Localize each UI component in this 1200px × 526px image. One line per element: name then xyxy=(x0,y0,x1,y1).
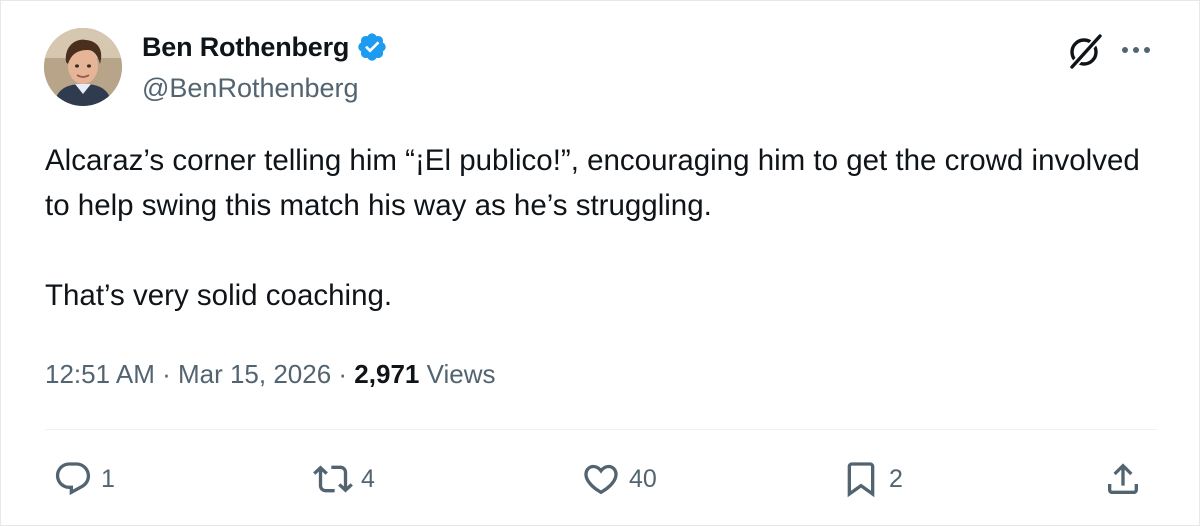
views-count: 2,971 xyxy=(354,359,420,389)
tweet-text: Alcaraz’s corner telling him “¡El public… xyxy=(45,138,1155,318)
tweet-paragraph: Alcaraz’s corner telling him “¡El public… xyxy=(45,144,1140,222)
author-display-name[interactable]: Ben Rothenberg xyxy=(142,32,349,63)
repost-count: 4 xyxy=(361,464,375,493)
bookmark-count: 2 xyxy=(889,464,903,493)
meta-separator: · xyxy=(154,359,178,389)
repost-icon xyxy=(313,465,353,493)
tweet-card: Ben Rothenberg @BenRothenberg Alcaraz’s … xyxy=(0,0,1200,526)
bookmark-button[interactable]: 2 xyxy=(841,451,903,507)
tweet-time[interactable]: 12:51 AM xyxy=(45,359,155,390)
meta-separator: · xyxy=(331,359,355,389)
reply-icon xyxy=(55,462,91,496)
tweet-paragraph: That’s very solid coaching. xyxy=(45,279,393,312)
like-button[interactable]: 40 xyxy=(581,451,657,507)
reply-button[interactable]: 1 xyxy=(53,451,115,507)
tweet-metadata: 12:51 AM · Mar 15, 2026 · 2,971 Views xyxy=(45,359,495,390)
share-icon xyxy=(1108,463,1138,494)
verified-badge-icon xyxy=(358,33,386,61)
bookmark-icon xyxy=(847,462,875,498)
repost-button[interactable]: 4 xyxy=(313,451,375,507)
grok-icon[interactable] xyxy=(1065,31,1105,71)
divider xyxy=(45,429,1157,430)
tweet-date[interactable]: Mar 15, 2026 xyxy=(178,359,331,390)
like-icon xyxy=(584,464,618,495)
author-name-row[interactable]: Ben Rothenberg xyxy=(142,31,388,63)
author-handle[interactable]: @BenRothenberg xyxy=(142,73,359,104)
action-bar: 1 4 40 2 xyxy=(1,451,1200,507)
share-button[interactable] xyxy=(1103,451,1143,507)
views-label: Views xyxy=(419,359,496,389)
more-icon[interactable] xyxy=(1119,37,1153,63)
reply-count: 1 xyxy=(101,464,115,493)
like-count: 40 xyxy=(629,464,657,493)
avatar[interactable] xyxy=(44,28,122,106)
